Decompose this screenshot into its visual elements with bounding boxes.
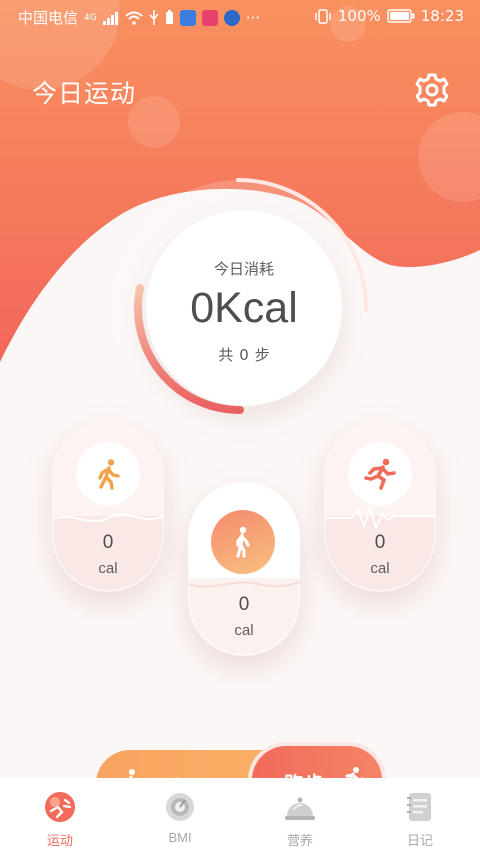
- stroll-icon: [236, 526, 250, 558]
- stroll-unit: cal: [234, 622, 254, 639]
- wifi-icon: [125, 11, 143, 25]
- activity-card-stroll[interactable]: 0 cal: [188, 482, 300, 656]
- settings-button[interactable]: [410, 68, 454, 112]
- icon-badge: [76, 442, 140, 506]
- scale-icon: [166, 793, 194, 821]
- walk-unit: cal: [98, 560, 118, 577]
- nav-item-exercise[interactable]: 运动: [0, 778, 120, 853]
- app-notification-icon: [223, 9, 240, 26]
- diary-icon: [407, 793, 431, 821]
- calorie-label: 今日消耗: [213, 260, 274, 278]
- steps-value: 0: [239, 346, 249, 364]
- page-title: 今日运动: [32, 79, 137, 108]
- clock: 18:23: [420, 7, 464, 25]
- app-notification-icon: [179, 9, 196, 26]
- nav-label: 日记: [406, 833, 433, 848]
- steps-prefix: 共: [218, 346, 234, 364]
- status-bar-left: 中国电信 4G ···: [18, 7, 260, 28]
- activity-card-walk[interactable]: 0 cal: [52, 420, 164, 592]
- vibrate-icon: [315, 8, 331, 24]
- heartbeat-line: [324, 506, 436, 530]
- app-root: 中国电信 4G ··· 100% 18:23 今日运动 今日消耗 0Kcal 共…: [0, 0, 480, 853]
- steps-suffix: 步: [254, 346, 270, 364]
- walking-icon: [98, 459, 120, 490]
- bottom-navigation: 运动 BMI 营养 日记: [0, 778, 480, 853]
- activity-card-run[interactable]: 0 cal: [324, 420, 436, 592]
- run-unit: cal: [370, 560, 390, 577]
- usb-icon: [149, 10, 159, 25]
- battery-icon: [387, 9, 415, 23]
- status-bar: 中国电信 4G ··· 100% 18:23: [0, 0, 480, 34]
- carrier-label: 中国电信: [18, 9, 79, 27]
- battery-percent: 100%: [337, 7, 381, 25]
- app-notification-icon: [201, 9, 218, 26]
- wave-line: [52, 513, 164, 523]
- calorie-value: 0Kcal: [190, 284, 298, 332]
- battery-saver-icon: [165, 10, 173, 24]
- more-notifications: ···: [245, 8, 261, 27]
- signal-icon: [102, 11, 118, 25]
- stroll-calories: 0: [238, 594, 250, 615]
- nav-label: 营养: [286, 833, 313, 848]
- nav-item-diary[interactable]: 日记: [360, 778, 480, 853]
- network-type: 4G: [84, 12, 97, 23]
- step-count: 共0步: [146, 344, 342, 365]
- exercise-icon: [45, 792, 75, 822]
- nav-label: BMI: [168, 830, 192, 845]
- run-calories: 0: [374, 532, 386, 553]
- calorie-summary: 今日消耗 0Kcal 共0步: [146, 210, 342, 406]
- nav-item-nutrition[interactable]: 营养: [240, 778, 360, 853]
- nav-item-bmi[interactable]: BMI: [120, 778, 240, 853]
- running-icon: [364, 458, 396, 490]
- gear-icon: [415, 73, 449, 107]
- icon-badge: [348, 442, 412, 506]
- nav-label: 运动: [46, 833, 73, 848]
- walk-calories: 0: [102, 532, 114, 553]
- food-cloche-icon: [285, 797, 315, 820]
- status-bar-right: 100% 18:23: [314, 7, 464, 25]
- icon-badge: [211, 510, 275, 574]
